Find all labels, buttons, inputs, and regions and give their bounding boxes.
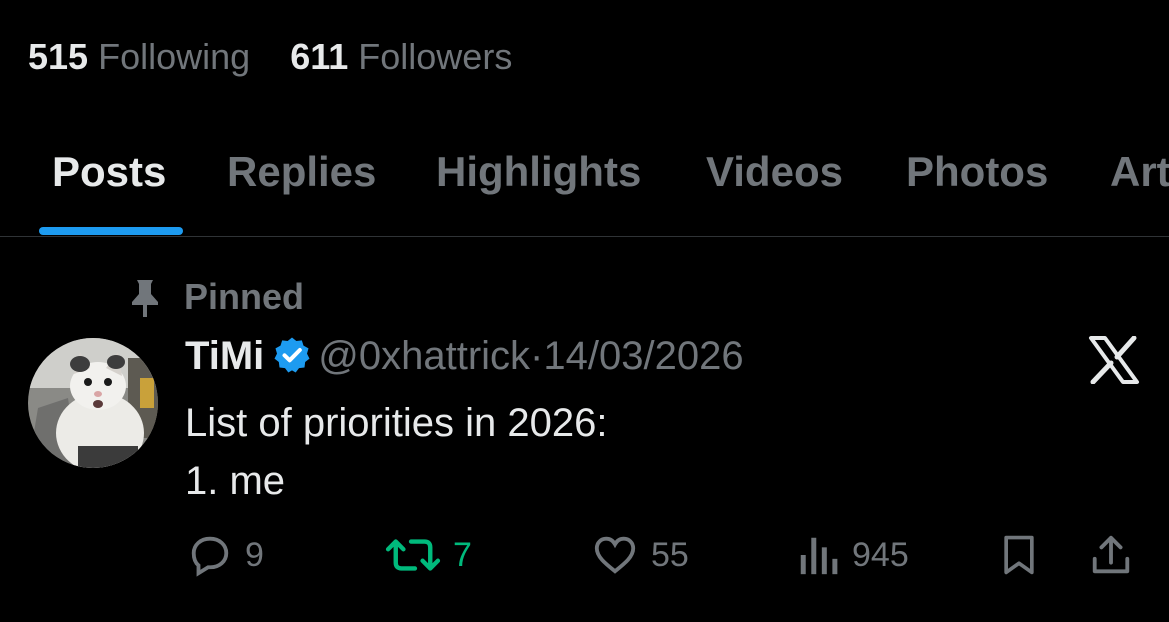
- share-button[interactable]: [1087, 530, 1147, 580]
- like-button[interactable]: 55: [591, 530, 689, 580]
- share-icon: [1092, 535, 1130, 574]
- tab-articles[interactable]: Art: [1110, 148, 1169, 196]
- cat-avatar-image: [28, 338, 158, 468]
- like-icon: [594, 536, 636, 574]
- tab-posts[interactable]: Posts: [52, 148, 166, 196]
- followers-count: 611: [290, 36, 349, 77]
- post-text-line-2: 1. me: [185, 459, 286, 503]
- following-label: Following: [98, 36, 251, 77]
- bookmark-button[interactable]: [997, 530, 1053, 580]
- x-logo-icon[interactable]: [1088, 335, 1140, 389]
- repost-icon: [385, 539, 441, 571]
- followers-link[interactable]: 611 Followers: [290, 36, 512, 78]
- post-text-line-1: List of priorities in 2026:: [185, 401, 608, 445]
- separator-dot: ·: [530, 334, 544, 378]
- post-text: List of priorities in 2026: 1. me: [185, 394, 607, 510]
- post-header: TiMi @0xhattrick·14/03/2026: [185, 334, 744, 385]
- views-icon: [800, 537, 838, 575]
- tab-replies[interactable]: Replies: [227, 148, 376, 196]
- avatar[interactable]: [28, 338, 158, 468]
- reply-count: 9: [245, 535, 264, 574]
- profile-tabs: Posts Replies Highlights Videos Photos A…: [0, 140, 1169, 237]
- pinned-label: Pinned: [184, 276, 305, 317]
- views-count: 945: [852, 535, 909, 574]
- reply-button[interactable]: 9: [187, 530, 264, 580]
- repost-button[interactable]: 7: [385, 530, 472, 580]
- tab-videos[interactable]: Videos: [706, 148, 843, 196]
- following-count: 515: [28, 36, 89, 77]
- profile-stats: 515 Following 611 Followers: [28, 36, 542, 78]
- views-button[interactable]: 945: [796, 530, 909, 580]
- pin-icon: [132, 280, 158, 317]
- followers-label: Followers: [358, 36, 513, 77]
- bookmark-icon: [1004, 535, 1034, 575]
- author-name[interactable]: TiMi: [185, 334, 264, 378]
- repost-count: 7: [453, 535, 472, 574]
- reply-icon: [191, 536, 229, 577]
- tab-highlights[interactable]: Highlights: [436, 148, 641, 196]
- verified-badge-icon[interactable]: [272, 335, 312, 385]
- author-handle[interactable]: @0xhattrick: [318, 334, 530, 378]
- post-actions: 9 7 55 945: [0, 530, 1169, 580]
- like-count: 55: [651, 535, 689, 574]
- following-link[interactable]: 515 Following: [28, 36, 250, 78]
- post-date[interactable]: 14/03/2026: [543, 334, 743, 378]
- active-tab-indicator: [39, 227, 183, 235]
- tab-photos[interactable]: Photos: [906, 148, 1048, 196]
